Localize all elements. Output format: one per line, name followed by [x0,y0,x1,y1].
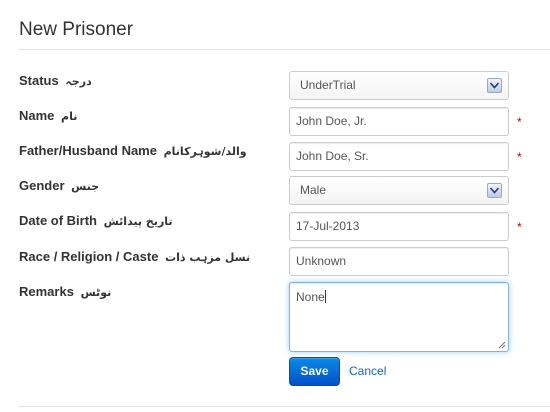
date-of-birth-required-marker: * [517,220,522,234]
page-title: New Prisoner [19,19,134,40]
race-religion-caste-input[interactable]: Unknown [289,247,509,276]
date-of-birth-label-urdu: تاریخ پیدائش [103,215,173,228]
gender-label: Gender جنس [19,178,99,195]
gender-label-text: Gender [19,178,65,193]
remarks-label-urdu: نوٹس [80,286,112,299]
race-religion-caste-label-text: Race / Religion / Caste [19,249,159,264]
father-husband-name-label: Father/Husband Name والد/شوہرکانام [19,143,247,160]
gender-label-urdu: جنس [71,180,100,193]
date-of-birth-input[interactable]: 17-Jul-2013 [289,212,509,241]
remarks-textarea[interactable]: None [289,282,509,352]
name-label-text: Name [19,108,55,123]
name-input[interactable]: John Doe, Jr. [289,107,509,136]
chevron-down-icon [487,78,502,93]
status-select[interactable]: UnderTrial [289,71,509,100]
date-of-birth-label-text: Date of Birth [19,213,97,228]
name-label: Name نام [19,108,77,125]
footer-divider [18,406,550,407]
cancel-link[interactable]: Cancel [349,364,386,378]
status-label-text: Status [19,73,59,88]
resize-grip-icon[interactable] [498,341,506,349]
chevron-down-icon [487,183,502,198]
father-husband-name-label-urdu: والد/شوہرکانام [163,145,247,158]
name-required-marker: * [517,115,522,129]
remarks-label: Remarks نوٹس [19,284,111,301]
status-label-urdu: درجہ [65,75,92,88]
status-label: Status درجہ [19,73,92,90]
race-religion-caste-label: Race / Religion / Caste نسل مزہب ذات [19,249,250,266]
text-caret [324,290,326,303]
gender-select-value: Male [300,183,327,197]
title-divider [18,49,550,50]
race-religion-caste-label-urdu: نسل مزہب ذات [165,251,251,264]
remarks-textarea-value: None [296,290,325,304]
remarks-label-text: Remarks [19,284,74,299]
father-husband-name-required-marker: * [517,150,522,164]
save-button[interactable]: Save [289,357,340,386]
name-label-urdu: نام [61,110,78,123]
status-select-value: UnderTrial [300,78,356,92]
father-husband-name-label-text: Father/Husband Name [19,143,157,158]
father-husband-name-input[interactable]: John Doe, Sr. [289,142,509,171]
date-of-birth-label: Date of Birth تاریخ پیدائش [19,213,173,230]
gender-select[interactable]: Male [289,176,509,205]
